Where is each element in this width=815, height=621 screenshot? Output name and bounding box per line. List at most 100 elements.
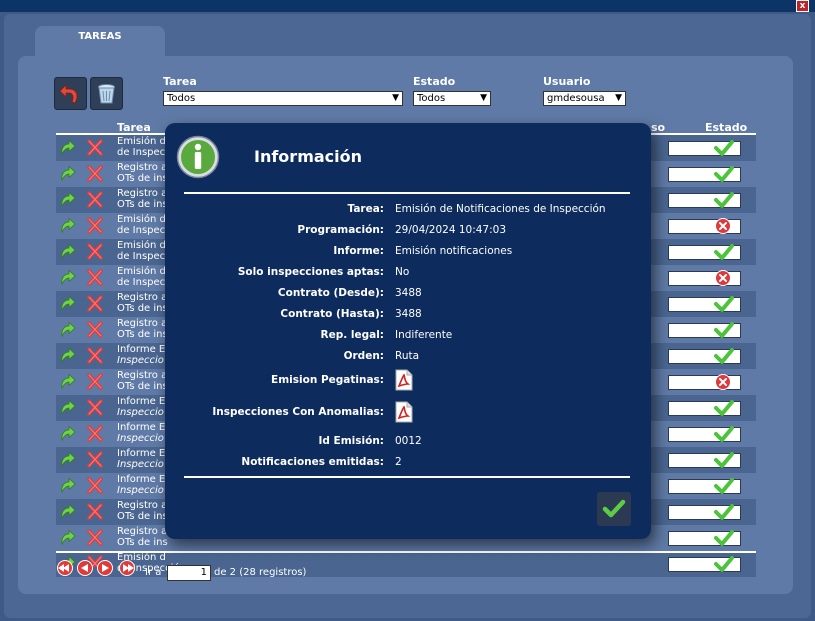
pdf-icon[interactable] (395, 369, 413, 394)
check-icon (714, 477, 734, 498)
info-value: 3488 (395, 287, 422, 299)
info-label: Orden: (343, 350, 384, 362)
trash-icon (98, 84, 115, 104)
dialog-ok-button[interactable] (597, 492, 631, 526)
task-name: Emisión d de Inspecc (117, 240, 171, 262)
task-name-line2: de Inspecc (117, 251, 171, 262)
delete-x-icon[interactable] (87, 503, 103, 523)
delete-x-icon[interactable] (87, 191, 103, 211)
rerun-arrow-icon[interactable] (59, 321, 76, 341)
rerun-arrow-icon[interactable] (59, 269, 76, 289)
tab-label: TAREAS (78, 31, 122, 42)
task-name-line1: Registro a (117, 188, 168, 199)
rerun-arrow-icon[interactable] (59, 477, 76, 497)
first-page-button[interactable] (54, 560, 76, 576)
delete-x-icon[interactable] (87, 373, 103, 393)
rerun-arrow-icon[interactable] (59, 399, 76, 419)
task-name-line2: Inspeccio (117, 459, 164, 470)
window-titlebar (0, 0, 815, 12)
rerun-arrow-icon[interactable] (59, 165, 76, 185)
page-number-input[interactable]: 1 (167, 565, 211, 581)
window-close-button[interactable]: x (796, 0, 809, 12)
pdf-icon[interactable] (395, 401, 413, 426)
delete-x-icon[interactable] (87, 451, 103, 471)
chevron-down-icon: ▼ (615, 93, 622, 103)
error-icon (714, 373, 732, 394)
delete-x-icon[interactable] (87, 217, 103, 237)
task-name: Registro a OTs de ins (117, 162, 168, 184)
delete-x-icon[interactable] (87, 321, 103, 341)
pagination-summary: de 2 (28 registros) (214, 567, 307, 578)
dialog-top-divider (184, 192, 630, 194)
filter-tarea-label: Tarea (163, 75, 197, 88)
prev-page-button[interactable] (76, 560, 94, 576)
delete-x-icon[interactable] (87, 165, 103, 185)
delete-x-icon[interactable] (87, 269, 103, 289)
info-value: Ruta (395, 350, 420, 362)
info-value: 0012 (395, 435, 422, 447)
rerun-arrow-icon[interactable] (59, 347, 76, 367)
check-icon (714, 295, 734, 316)
filter-tarea-value: Todos (167, 93, 196, 104)
filter-usuario-label: Usuario (543, 75, 591, 88)
task-name-line1: Informe E (117, 474, 166, 485)
check-icon (714, 243, 734, 264)
info-label: Contrato (Hasta): (280, 308, 384, 320)
info-label: Solo inspecciones aptas: (237, 266, 384, 278)
info-row: Id Emisión: 0012 (165, 435, 651, 453)
next-page-button[interactable] (96, 560, 114, 576)
rerun-arrow-icon[interactable] (59, 243, 76, 263)
task-name-line2: Inspeccio (117, 407, 164, 418)
delete-x-icon[interactable] (87, 243, 103, 263)
task-name-line2: OTs de ins (117, 537, 168, 548)
delete-x-icon[interactable] (87, 399, 103, 419)
rerun-arrow-icon[interactable] (59, 503, 76, 523)
filter-usuario-select[interactable]: gmdesousa ▼ (543, 91, 626, 106)
task-name-line2: OTs de ins (117, 173, 168, 184)
rerun-arrow-icon[interactable] (59, 217, 76, 237)
rerun-arrow-icon[interactable] (59, 451, 76, 471)
rerun-arrow-icon[interactable] (59, 191, 76, 211)
info-label: Emision Pegatinas: (271, 374, 384, 386)
filter-estado-select[interactable]: Todos ▼ (413, 91, 491, 106)
delete-x-icon[interactable] (87, 347, 103, 367)
task-name-line1: Emisión d (117, 214, 166, 225)
last-page-button[interactable] (116, 560, 138, 576)
rerun-arrow-icon[interactable] (59, 373, 76, 393)
task-name: Registro a OTs de ins (117, 500, 168, 522)
info-value: 29/04/2024 10:47:03 (395, 224, 507, 236)
filter-estado-value: Todos (417, 93, 446, 104)
rerun-arrow-icon[interactable] (59, 425, 76, 445)
task-name-line2: Inspeccio (117, 355, 164, 366)
task-name-line1: Informe E (117, 344, 166, 355)
rerun-arrow-icon[interactable] (59, 529, 76, 549)
goto-label: Ir a (145, 567, 162, 578)
info-dialog: Información Tarea: Emisión de Notificacio… (165, 123, 651, 539)
table-footer-divider (56, 551, 756, 553)
delete-x-icon[interactable] (87, 477, 103, 497)
info-label: Informe: (333, 245, 384, 257)
task-name: Informe E Inspeccio (117, 396, 165, 418)
delete-x-icon[interactable] (87, 425, 103, 445)
delete-x-icon[interactable] (87, 139, 103, 159)
filter-estado-label: Estado (413, 75, 456, 88)
delete-x-icon[interactable] (87, 295, 103, 315)
delete-x-icon[interactable] (87, 529, 103, 549)
check-icon (714, 347, 734, 368)
task-name-line1: Informe E (117, 422, 166, 433)
tab-tareas[interactable]: TAREAS (35, 26, 165, 56)
rerun-arrow-icon[interactable] (59, 139, 76, 159)
undo-button[interactable] (54, 77, 87, 110)
info-row: Emision Pegatinas: (165, 369, 651, 392)
info-row: Informe: Emisión notificaciones (165, 245, 651, 263)
rerun-arrow-icon[interactable] (59, 295, 76, 315)
trash-button[interactable] (90, 77, 123, 110)
check-icon (714, 139, 734, 160)
filter-tarea-select[interactable]: Todos ▼ (163, 91, 403, 106)
filter-usuario-value: gmdesousa (547, 93, 605, 104)
info-row: Tarea: Emisión de Notificaciones de Inspe… (165, 203, 651, 221)
info-label: Notificaciones emitidas: (241, 456, 384, 468)
check-icon (602, 499, 626, 518)
task-name-line2: Inspeccio (117, 433, 164, 444)
task-name-line2: OTs de ins (117, 381, 168, 392)
